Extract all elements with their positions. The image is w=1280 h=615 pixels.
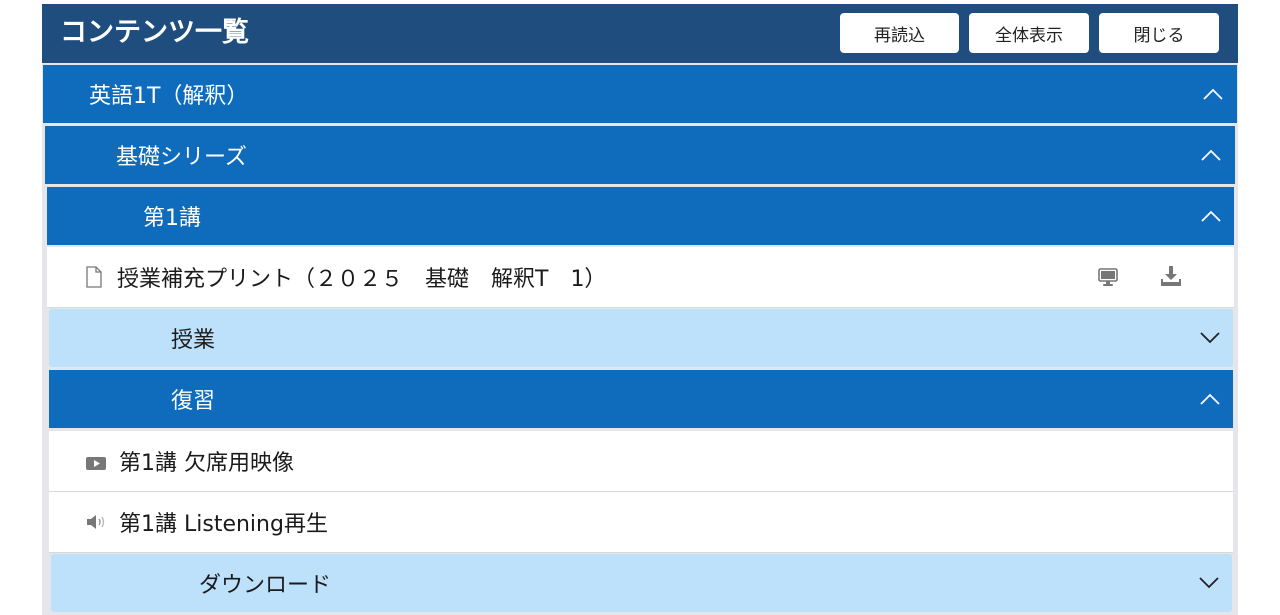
chevron-up-icon: [1199, 143, 1223, 167]
document-icon: [85, 266, 103, 288]
tree-node-class-section[interactable]: 授業: [49, 309, 1233, 367]
chevron-down-icon: [1197, 571, 1221, 595]
tree-node-course[interactable]: 英語1T（解釈）: [43, 65, 1237, 123]
close-button[interactable]: 閉じる: [1099, 13, 1219, 53]
chevron-up-icon: [1201, 82, 1225, 106]
tree-node-lesson[interactable]: 第1講: [47, 187, 1234, 245]
tree-node-label: 授業: [171, 328, 216, 353]
tree-node-label: 復習: [171, 389, 216, 414]
show-all-button[interactable]: 全体表示: [969, 13, 1089, 53]
content-item-label: 授業補充プリント（２０２５ 基礎 解釈T 1）: [117, 267, 607, 292]
tree-node-download-section[interactable]: ダウンロード: [51, 554, 1232, 612]
download-icon[interactable]: [1159, 264, 1183, 288]
tree-node-label: 第1講: [143, 206, 201, 231]
tree-node-review-section[interactable]: 復習: [49, 370, 1233, 428]
page-title: コンテンツ一覧: [60, 17, 249, 48]
content-item-print[interactable]: 授業補充プリント（２０２５ 基礎 解釈T 1）: [47, 247, 1234, 308]
speaker-icon: [85, 512, 107, 530]
content-item-label: 第1講 欠席用映像: [119, 451, 294, 476]
monitor-icon[interactable]: [1096, 265, 1120, 289]
tree-node-label: ダウンロード: [199, 573, 332, 598]
chevron-down-icon: [1198, 326, 1222, 350]
content-list-header: コンテンツ一覧 再読込 全体表示 閉じる: [42, 4, 1238, 63]
tree-node-label: 英語1T（解釈）: [89, 84, 249, 109]
tree-node-label: 基礎シリーズ: [116, 145, 247, 170]
content-list-panel: コンテンツ一覧 再読込 全体表示 閉じる 英語1T（解釈） 基礎シリーズ 第1講: [42, 4, 1238, 615]
chevron-up-icon: [1199, 204, 1223, 228]
video-icon: [85, 452, 107, 470]
content-item-label: 第1講 Listening再生: [119, 512, 328, 537]
content-item-audio[interactable]: 第1講 Listening再生: [49, 492, 1233, 553]
tree-node-series[interactable]: 基礎シリーズ: [45, 126, 1235, 184]
chevron-up-icon: [1198, 387, 1222, 411]
content-item-video[interactable]: 第1講 欠席用映像: [49, 431, 1233, 492]
reload-button[interactable]: 再読込: [840, 13, 959, 53]
